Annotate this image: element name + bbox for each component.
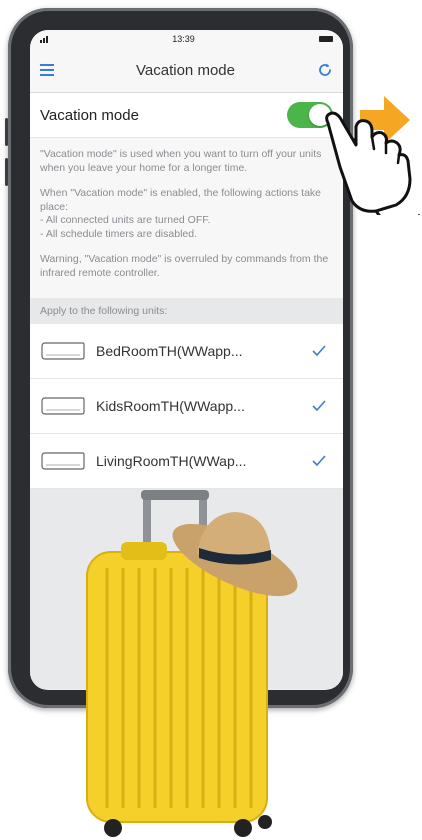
checkmark-icon xyxy=(312,455,326,467)
air-conditioner-icon xyxy=(41,397,85,415)
description-paragraph: When "Vacation mode" is enabled, the fol… xyxy=(40,187,322,240)
volume-up-button xyxy=(5,118,8,146)
hamburger-menu-icon[interactable] xyxy=(40,64,54,76)
battery-icon xyxy=(319,36,333,42)
unit-name: LivingRoomTH(WWap... xyxy=(96,453,247,469)
warning-paragraph: Warning, "Vacation mode" is overruled by… xyxy=(40,253,329,279)
unit-name: BedRoomTH(WWapp... xyxy=(96,343,243,359)
checkmark-icon xyxy=(312,345,326,357)
volume-down-button xyxy=(5,158,8,186)
unit-row[interactable]: BedRoomTH(WWapp... xyxy=(30,324,343,379)
air-conditioner-icon xyxy=(41,342,85,360)
vacation-mode-description: "Vacation mode" is used when you want to… xyxy=(30,138,343,298)
vacation-mode-row: Vacation mode xyxy=(30,93,343,138)
checkmark-icon xyxy=(312,400,326,412)
unit-name: KidsRoomTH(WWapp... xyxy=(96,398,245,414)
vacation-mode-label: Vacation mode xyxy=(40,106,139,124)
pointing-hand-icon xyxy=(325,111,420,215)
refresh-icon[interactable] xyxy=(317,62,333,78)
description-paragraph: "Vacation mode" is used when you want to… xyxy=(40,148,322,174)
nav-bar: Vacation mode xyxy=(30,48,343,93)
unit-row[interactable]: KidsRoomTH(WWapp... xyxy=(30,379,343,434)
status-time: 13:39 xyxy=(172,34,195,44)
signal-icon xyxy=(40,35,48,43)
status-bar: 13:39 xyxy=(30,30,343,48)
page-title: Vacation mode xyxy=(136,61,235,79)
suitcase-illustration xyxy=(86,490,298,837)
air-conditioner-icon xyxy=(41,452,85,470)
unit-row[interactable]: LivingRoomTH(WWap... xyxy=(30,434,343,489)
units-section-header: Apply to the following units: xyxy=(30,298,343,324)
